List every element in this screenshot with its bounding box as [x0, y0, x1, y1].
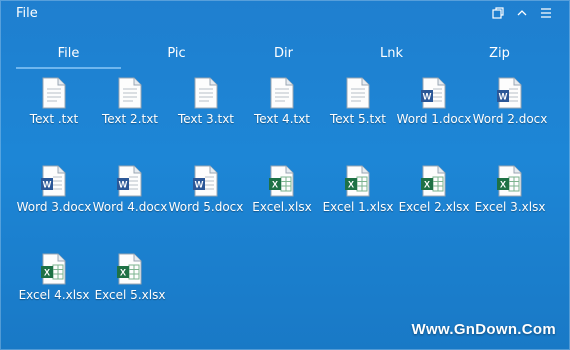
svg-text:X: X — [348, 180, 354, 190]
excel-file-icon: X — [421, 165, 446, 197]
file-name: Text 4.txt — [253, 112, 311, 126]
file-name: Text 2.txt — [101, 112, 159, 126]
svg-text:W: W — [119, 180, 128, 190]
word-file-icon: W — [193, 165, 218, 197]
excel-file-icon: X — [345, 165, 370, 197]
file-item[interactable]: W Word 2.docx — [472, 73, 548, 127]
tab-zip[interactable]: Zip — [447, 41, 552, 67]
watermark-text: Www.GnDown.Com — [411, 321, 556, 338]
svg-text:W: W — [499, 92, 508, 102]
tab-pic[interactable]: Pic — [124, 41, 229, 67]
word-file-icon: W — [421, 77, 446, 109]
file-name: Word 4.docx — [92, 200, 168, 214]
tab-file[interactable]: File — [16, 41, 121, 69]
file-name: Text .txt — [29, 112, 79, 126]
file-name: Excel 1.xlsx — [322, 200, 394, 214]
chevron-up-icon[interactable] — [513, 4, 531, 22]
file-item[interactable]: X Excel 2.xlsx — [396, 161, 472, 215]
svg-text:X: X — [424, 180, 430, 190]
file-name: Excel 2.xlsx — [398, 200, 470, 214]
excel-file-icon: X — [497, 165, 522, 197]
svg-text:W: W — [423, 92, 432, 102]
file-item[interactable]: W Word 4.docx — [92, 161, 168, 215]
file-item[interactable]: Text 4.txt — [244, 73, 320, 127]
text-file-icon — [270, 77, 294, 109]
text-file-icon — [346, 77, 370, 109]
text-file-icon — [118, 77, 142, 109]
file-name: Word 1.docx — [396, 112, 472, 126]
file-name: Word 2.docx — [472, 112, 548, 126]
file-item[interactable]: W Word 1.docx — [396, 73, 472, 127]
excel-file-icon: X — [117, 253, 142, 285]
file-item[interactable]: Text .txt — [16, 73, 92, 127]
file-item[interactable]: X Excel 4.xlsx — [16, 249, 92, 303]
word-file-icon: W — [117, 165, 142, 197]
svg-text:W: W — [195, 180, 204, 190]
file-item[interactable]: Text 5.txt — [320, 73, 396, 127]
tab-lnk[interactable]: Lnk — [339, 41, 444, 67]
svg-text:X: X — [44, 268, 50, 278]
svg-text:W: W — [43, 180, 52, 190]
file-name: Text 3.txt — [177, 112, 235, 126]
tab-bar: File Pic Dir Lnk Zip — [16, 41, 562, 69]
file-name: Excel 5.xlsx — [94, 288, 166, 302]
svg-text:X: X — [120, 268, 126, 278]
svg-text:X: X — [272, 180, 278, 190]
app-window: File File Pic Dir Lnk Zip Text .txt Text … — [0, 0, 570, 350]
file-name: Excel 3.xlsx — [474, 200, 546, 214]
file-item[interactable]: X Excel 3.xlsx — [472, 161, 548, 215]
file-item[interactable]: X Excel.xlsx — [244, 161, 320, 215]
tab-dir[interactable]: Dir — [231, 41, 336, 67]
file-item[interactable]: X Excel 1.xlsx — [320, 161, 396, 215]
svg-text:X: X — [500, 180, 506, 190]
file-item[interactable]: W Word 3.docx — [16, 161, 92, 215]
window-title: File — [16, 6, 38, 21]
file-name: Excel 4.xlsx — [18, 288, 90, 302]
file-item[interactable]: W Word 5.docx — [168, 161, 244, 215]
file-item[interactable]: Text 3.txt — [168, 73, 244, 127]
file-name: Text 5.txt — [329, 112, 387, 126]
file-name: Excel.xlsx — [252, 200, 312, 214]
word-file-icon: W — [497, 77, 522, 109]
title-bar: File — [1, 1, 569, 25]
menu-icon[interactable] — [537, 4, 555, 22]
excel-file-icon: X — [41, 253, 66, 285]
text-file-icon — [194, 77, 218, 109]
file-name: Word 5.docx — [168, 200, 244, 214]
file-name: Word 3.docx — [16, 200, 92, 214]
file-item[interactable]: X Excel 5.xlsx — [92, 249, 168, 303]
word-file-icon: W — [41, 165, 66, 197]
file-item[interactable]: Text 2.txt — [92, 73, 168, 127]
restore-icon[interactable] — [489, 4, 507, 22]
excel-file-icon: X — [269, 165, 294, 197]
text-file-icon — [42, 77, 66, 109]
